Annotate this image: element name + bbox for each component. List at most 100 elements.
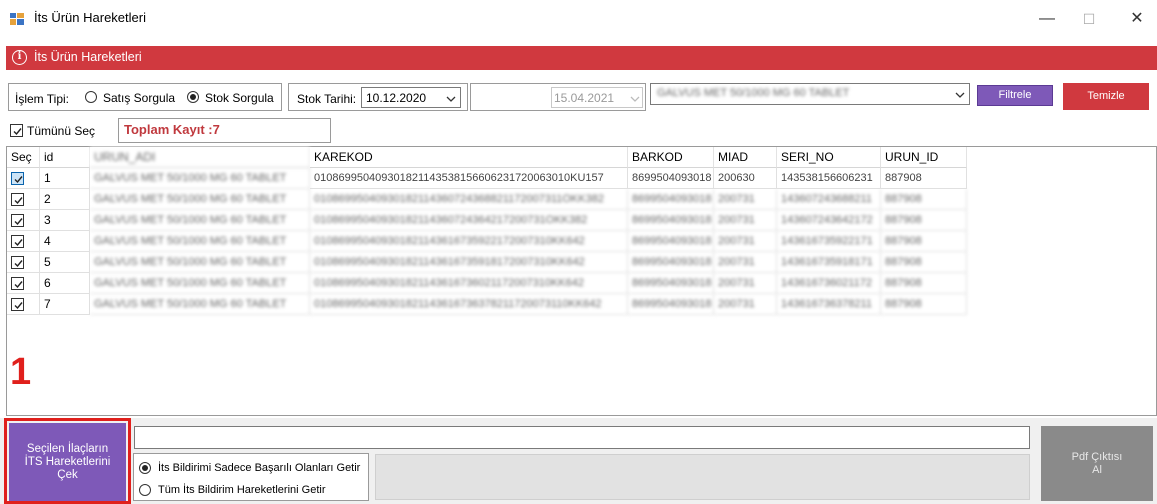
- cell-urun-adi[interactable]: GALVUS MET 50/1000 MG 60 TABLET: [90, 210, 310, 231]
- cell-karekod[interactable]: 010869950409301821143616735918172007310K…: [310, 252, 628, 273]
- cell-urun-id[interactable]: 887908: [881, 252, 967, 273]
- table-row[interactable]: 5 GALVUS MET 50/1000 MG 60 TABLET 01086995…: [7, 252, 967, 273]
- row-checkbox[interactable]: [11, 193, 24, 206]
- its-hareketleri-cek-button[interactable]: Seçilen İlaçların İTS Hareketlerini Çek: [9, 423, 126, 501]
- table-row[interactable]: 7 GALVUS MET 50/1000 MG 60 TABLET 01086995…: [7, 294, 967, 315]
- cell-miad[interactable]: 200731: [714, 294, 777, 315]
- table-row[interactable]: 6 GALVUS MET 50/1000 MG 60 TABLET 01086995…: [7, 273, 967, 294]
- temizle-button[interactable]: Temizle: [1063, 83, 1149, 110]
- cell-seri-no[interactable]: 143607243688211: [777, 189, 881, 210]
- col-header-barkod[interactable]: BARKOD: [628, 147, 714, 168]
- select-all-checkbox[interactable]: [10, 124, 23, 137]
- cell-sec: [7, 273, 40, 294]
- cell-seri-no[interactable]: 143616736378211: [777, 294, 881, 315]
- cell-miad[interactable]: 200731: [714, 231, 777, 252]
- section-header: i İts Ürün Hareketleri: [6, 46, 1157, 70]
- cell-seri-no[interactable]: 143616736021172: [777, 273, 881, 294]
- cell-id[interactable]: 7: [40, 294, 90, 315]
- cell-barkod[interactable]: 8699504093018: [628, 210, 714, 231]
- col-header-sec[interactable]: Seç: [7, 147, 40, 168]
- cell-karekod[interactable]: 010869950409301821143616735922172007310K…: [310, 231, 628, 252]
- cell-barkod[interactable]: 8699504093018: [628, 189, 714, 210]
- cell-karekod[interactable]: 01086995040930182114360724364217200731OK…: [310, 210, 628, 231]
- cell-miad[interactable]: 200731: [714, 273, 777, 294]
- cell-karekod[interactable]: 010869950409301821143616736021172007310K…: [310, 273, 628, 294]
- row-checkbox[interactable]: [11, 172, 24, 185]
- maximize-button[interactable]: ☐: [1074, 6, 1104, 32]
- cell-barkod[interactable]: 8699504093018: [628, 273, 714, 294]
- radio-satis-label[interactable]: Satış Sorgula: [103, 91, 175, 105]
- table-row[interactable]: 4 GALVUS MET 50/1000 MG 60 TABLET 01086995…: [7, 231, 967, 252]
- annotation-number: 1: [10, 351, 32, 393]
- cell-seri-no[interactable]: 143616735922171: [777, 231, 881, 252]
- cell-seri-no[interactable]: 143607243642172: [777, 210, 881, 231]
- result-textbox[interactable]: [134, 426, 1030, 449]
- cell-miad[interactable]: 200731: [714, 210, 777, 231]
- cell-karekod[interactable]: 0108699504093018211436167363782117200731…: [310, 294, 628, 315]
- col-header-seri-no[interactable]: SERI_NO: [777, 147, 881, 168]
- second-date-picker[interactable]: 15.04.2021: [551, 87, 643, 108]
- radio-stok-sorgula[interactable]: [187, 91, 199, 103]
- cell-id[interactable]: 6: [40, 273, 90, 294]
- cell-barkod[interactable]: 8699504093018: [628, 168, 714, 189]
- cell-urun-id[interactable]: 887908: [881, 210, 967, 231]
- row-checkbox[interactable]: [11, 235, 24, 248]
- close-button[interactable]: ✕: [1122, 6, 1152, 32]
- radio-sadece-basarili[interactable]: [139, 462, 151, 474]
- radio-satis-sorgula[interactable]: [85, 91, 97, 103]
- cell-urun-adi[interactable]: GALVUS MET 50/1000 MG 60 TABLET: [90, 294, 310, 315]
- row-checkbox[interactable]: [11, 277, 24, 290]
- cell-id[interactable]: 1: [40, 168, 90, 189]
- cell-urun-adi[interactable]: GALVUS MET 50/1000 MG 60 TABLET: [90, 252, 310, 273]
- select-all-label[interactable]: Tümünü Seç: [27, 124, 95, 138]
- cell-urun-adi[interactable]: GALVUS MET 50/1000 MG 60 TABLET: [90, 189, 310, 210]
- cell-urun-id[interactable]: 887908: [881, 294, 967, 315]
- radio-tum-hareketler[interactable]: [139, 484, 151, 496]
- col-header-karekod[interactable]: KAREKOD: [310, 147, 628, 168]
- cell-barkod[interactable]: 8699504093018: [628, 231, 714, 252]
- cell-karekod[interactable]: 0108699504093018211435381566062317200630…: [310, 168, 628, 189]
- cell-id[interactable]: 5: [40, 252, 90, 273]
- radio-stok-label[interactable]: Stok Sorgula: [205, 91, 274, 105]
- cell-barkod[interactable]: 8699504093018: [628, 294, 714, 315]
- row-checkbox[interactable]: [11, 256, 24, 269]
- cell-seri-no[interactable]: 143538156606231: [777, 168, 881, 189]
- cell-urun-adi[interactable]: GALVUS MET 50/1000 MG 60 TABLET: [90, 273, 310, 294]
- filtrele-button[interactable]: Filtrele: [977, 85, 1053, 106]
- minimize-button[interactable]: —: [1032, 6, 1062, 32]
- col-header-id[interactable]: id: [40, 147, 90, 168]
- cell-urun-id[interactable]: 887908: [881, 168, 967, 189]
- cell-urun-adi[interactable]: GALVUS MET 50/1000 MG 60 TABLET: [90, 168, 310, 189]
- cell-urun-id[interactable]: 887908: [881, 231, 967, 252]
- col-header-urun-adi[interactable]: URUN_ADI: [90, 147, 310, 168]
- stok-tarihi-picker[interactable]: 10.12.2020: [361, 87, 461, 108]
- pdf-ciktisi-button[interactable]: Pdf Çıktısı Al: [1041, 426, 1153, 501]
- radio-tum-hareketler-label[interactable]: Tüm İts Bildirim Hareketlerini Getir: [158, 484, 325, 496]
- cell-sec: [7, 252, 40, 273]
- table-row[interactable]: 3 GALVUS MET 50/1000 MG 60 TABLET 01086995…: [7, 210, 967, 231]
- table-row[interactable]: 2 GALVUS MET 50/1000 MG 60 TABLET 01086995…: [7, 189, 967, 210]
- cell-urun-adi[interactable]: GALVUS MET 50/1000 MG 60 TABLET: [90, 231, 310, 252]
- row-checkbox[interactable]: [11, 214, 24, 227]
- product-select[interactable]: GALVUS MET 50/1000 MG 60 TABLET: [650, 83, 970, 105]
- cell-seri-no[interactable]: 143616735918171: [777, 252, 881, 273]
- cell-id[interactable]: 3: [40, 210, 90, 231]
- cell-barkod[interactable]: 8699504093018: [628, 252, 714, 273]
- cell-miad[interactable]: 200630: [714, 168, 777, 189]
- cell-urun-id[interactable]: 887908: [881, 273, 967, 294]
- cell-karekod[interactable]: 0108699504093018211436072436882117200731…: [310, 189, 628, 210]
- cell-id[interactable]: 4: [40, 231, 90, 252]
- product-grid[interactable]: Seç id URUN_ADI KAREKOD BARKOD MIAD SERI…: [6, 146, 1157, 416]
- table-row[interactable]: 1 GALVUS MET 50/1000 MG 60 TABLET 01086995…: [7, 168, 967, 189]
- cell-miad[interactable]: 200731: [714, 189, 777, 210]
- its-hareketleri-cek-label: Seçilen İlaçların İTS Hareketlerini Çek: [24, 442, 111, 481]
- second-date-value: 15.04.2021: [554, 91, 615, 105]
- col-header-urun-id[interactable]: URUN_ID: [881, 147, 967, 168]
- cell-id[interactable]: 2: [40, 189, 90, 210]
- row-checkbox[interactable]: [11, 298, 24, 311]
- cell-miad[interactable]: 200731: [714, 252, 777, 273]
- radio-sadece-basarili-label[interactable]: İts Bildirimi Sadece Başarılı Olanları G…: [158, 462, 360, 474]
- cell-urun-id[interactable]: 887908: [881, 189, 967, 210]
- islem-tipi-group: İşlem Tipi: Satış Sorgula Stok Sorgula: [8, 83, 282, 111]
- col-header-miad[interactable]: MIAD: [714, 147, 777, 168]
